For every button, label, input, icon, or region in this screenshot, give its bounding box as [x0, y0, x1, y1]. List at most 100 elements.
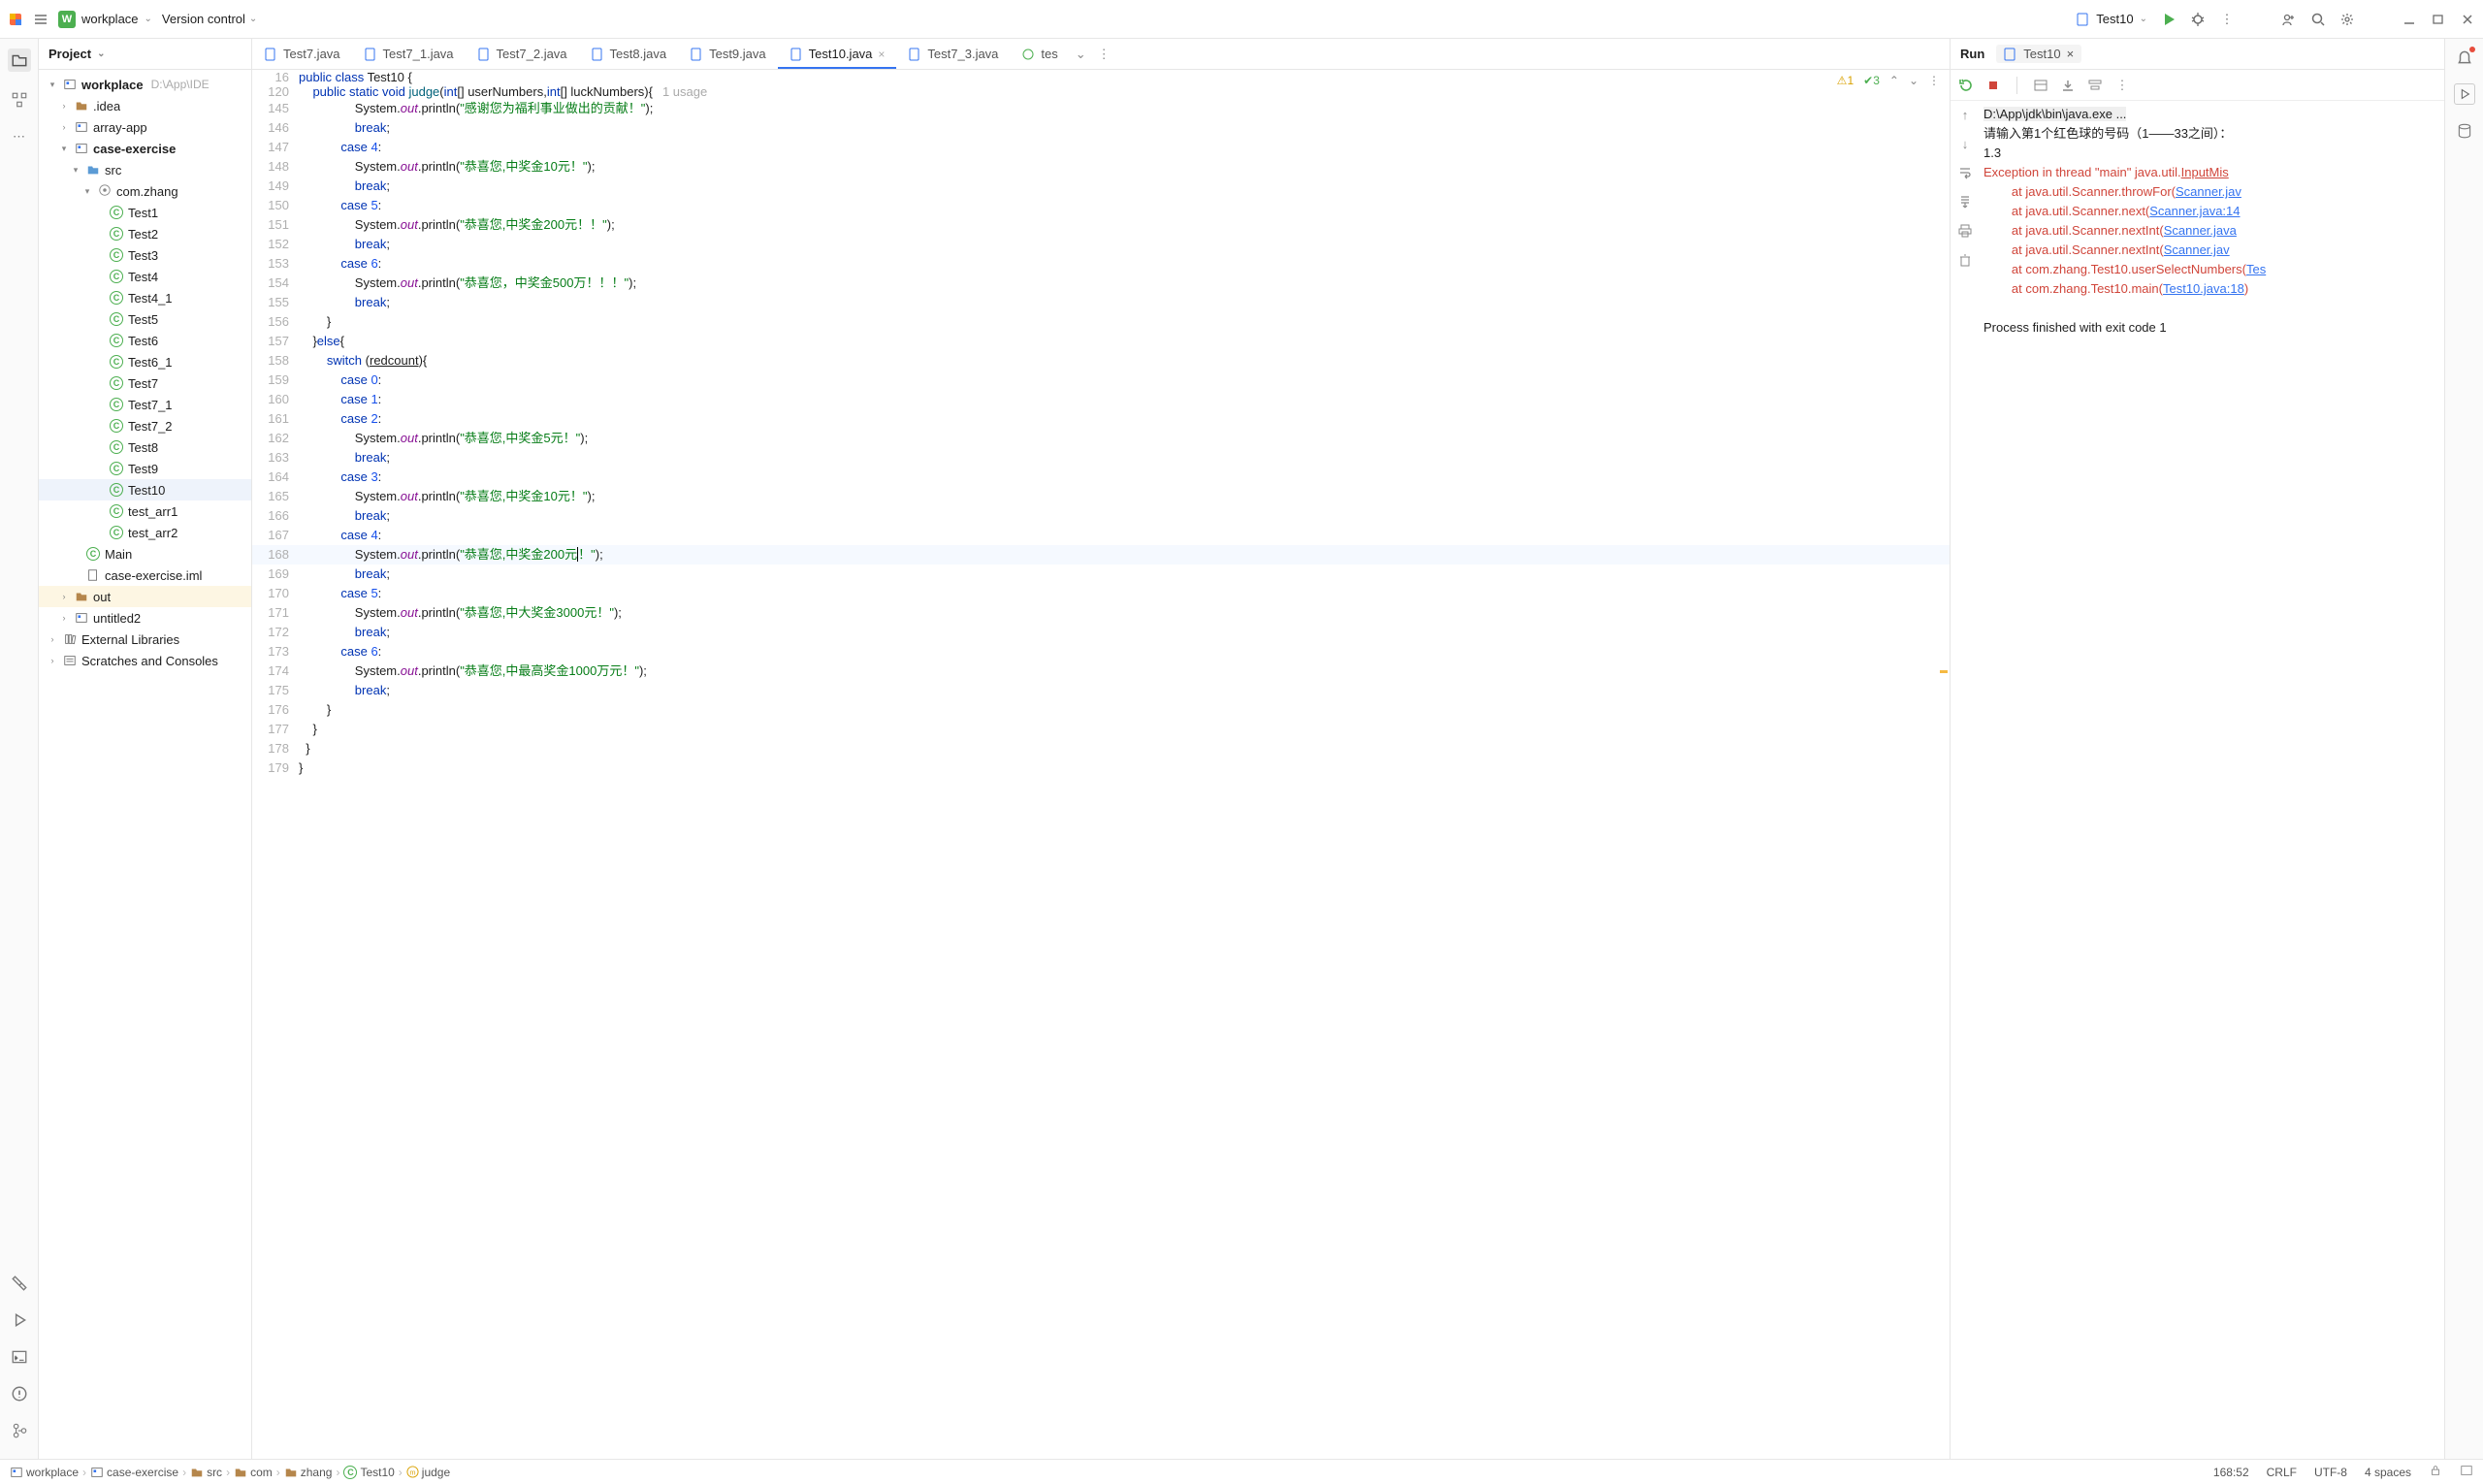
- editor-overview-gutter[interactable]: [1936, 99, 1950, 1459]
- tree-row[interactable]: CTest9: [39, 458, 251, 479]
- clear-icon[interactable]: [1957, 252, 1973, 268]
- tree-row[interactable]: ›array-app: [39, 116, 251, 138]
- tree-row[interactable]: case-exercise.iml: [39, 565, 251, 586]
- build-tool-icon[interactable]: [11, 1274, 28, 1292]
- tree-row[interactable]: ›External Libraries: [39, 629, 251, 650]
- code-line[interactable]: 166 break;: [252, 506, 1950, 526]
- run-config-tab[interactable]: Test10 ×: [1996, 45, 2081, 63]
- ai-run-icon[interactable]: [2454, 83, 2475, 105]
- project-selector[interactable]: W workplace ⌄: [58, 11, 152, 28]
- window-minimize-icon[interactable]: [2402, 12, 2417, 27]
- tree-row[interactable]: ›Scratches and Consoles: [39, 650, 251, 671]
- scroll-down-icon[interactable]: ↓: [1957, 136, 1973, 151]
- print-icon[interactable]: [1957, 223, 1973, 239]
- code-line[interactable]: 174 System.out.println("恭喜您,中最高奖金1000万元！…: [252, 661, 1950, 681]
- tree-row[interactable]: ▾workplaceD:\App\IDE: [39, 74, 251, 95]
- file-encoding[interactable]: UTF-8: [2314, 1466, 2347, 1479]
- code-line[interactable]: 172 break;: [252, 623, 1950, 642]
- tree-row[interactable]: ›untitled2: [39, 607, 251, 629]
- code-line[interactable]: 145 System.out.println("感谢您为福利事业做出的贡献！")…: [252, 99, 1950, 118]
- console-output[interactable]: D:\App\jdk\bin\java.exe ...请输入第1个红色球的号码（…: [1980, 101, 2444, 1459]
- tree-row[interactable]: ›.idea: [39, 95, 251, 116]
- search-everywhere-icon[interactable]: [2310, 12, 2326, 27]
- code-line[interactable]: 150 case 5:: [252, 196, 1950, 215]
- more-run-icon[interactable]: ⋮: [2114, 78, 2130, 93]
- code-line[interactable]: 148 System.out.println("恭喜您,中奖金10元！");: [252, 157, 1950, 177]
- run-tool-icon[interactable]: [11, 1311, 28, 1329]
- editor-tab[interactable]: Test7_2.java: [466, 39, 579, 69]
- window-restore-icon[interactable]: [2431, 12, 2446, 27]
- database-tool-icon[interactable]: [2456, 122, 2473, 140]
- tree-row[interactable]: ▾com.zhang: [39, 180, 251, 202]
- debug-button[interactable]: [2190, 12, 2206, 27]
- breadcrumb-item[interactable]: zhang: [284, 1466, 333, 1479]
- code-line[interactable]: 149 break;: [252, 177, 1950, 196]
- check-badge[interactable]: ✔3: [1863, 74, 1880, 87]
- breadcrumb-item[interactable]: src: [190, 1466, 222, 1479]
- main-menu-icon[interactable]: [33, 12, 48, 27]
- vcs-tool-icon[interactable]: [11, 1422, 28, 1439]
- editor-tab[interactable]: Test7_3.java: [896, 39, 1010, 69]
- run-configuration-selector[interactable]: Test10⌄: [2077, 12, 2147, 26]
- next-problem-icon[interactable]: ⌄: [1909, 74, 1919, 87]
- code-line[interactable]: 154 System.out.println("恭喜您，中奖金500万！！！")…: [252, 274, 1950, 293]
- code-line[interactable]: 164 case 3:: [252, 468, 1950, 487]
- code-line[interactable]: 162 System.out.println("恭喜您,中奖金5元！");: [252, 429, 1950, 448]
- breadcrumb-item[interactable]: mjudge: [406, 1466, 450, 1479]
- vcs-menu[interactable]: Version control⌄: [162, 12, 257, 26]
- code-line[interactable]: 170 case 5:: [252, 584, 1950, 603]
- readonly-lock-icon[interactable]: [2429, 1464, 2442, 1480]
- warning-badge[interactable]: ⚠1: [1837, 74, 1854, 87]
- tabs-dropdown-icon[interactable]: ⌄: [1070, 47, 1092, 62]
- tree-row[interactable]: CMain: [39, 543, 251, 565]
- tree-row[interactable]: CTest4_1: [39, 287, 251, 308]
- status-more-icon[interactable]: [2460, 1464, 2473, 1480]
- line-separator[interactable]: CRLF: [2267, 1466, 2297, 1479]
- code-line[interactable]: 161 case 2:: [252, 409, 1950, 429]
- window-close-icon[interactable]: [2460, 12, 2475, 27]
- code-line[interactable]: 177 }: [252, 720, 1950, 739]
- prev-problem-icon[interactable]: ⌃: [1889, 74, 1899, 87]
- tree-row[interactable]: Ctest_arr1: [39, 500, 251, 522]
- project-tree[interactable]: ▾workplaceD:\App\IDE›.idea›array-app▾cas…: [39, 70, 251, 1459]
- editor-tab[interactable]: Test9.java: [678, 39, 778, 69]
- code-line[interactable]: 178 }: [252, 739, 1950, 758]
- project-sidebar-header[interactable]: Project⌄: [39, 39, 251, 70]
- notifications-icon[interactable]: [2456, 48, 2473, 66]
- breadcrumb-item[interactable]: case-exercise: [90, 1466, 178, 1479]
- code-line[interactable]: 146 break;: [252, 118, 1950, 138]
- code-line[interactable]: 167 case 4:: [252, 526, 1950, 545]
- close-tab-icon[interactable]: ×: [878, 48, 885, 61]
- tree-row[interactable]: CTest3: [39, 244, 251, 266]
- run-button[interactable]: [2161, 12, 2177, 27]
- code-line[interactable]: 147 case 4:: [252, 138, 1950, 157]
- editor-tab[interactable]: Test10.java×: [778, 39, 897, 69]
- editor-tab[interactable]: Test8.java: [579, 39, 679, 69]
- tree-row[interactable]: CTest5: [39, 308, 251, 330]
- code-line[interactable]: 155 break;: [252, 293, 1950, 312]
- tree-row[interactable]: Ctest_arr2: [39, 522, 251, 543]
- rerun-icon[interactable]: [1958, 78, 1974, 93]
- tabs-more-icon[interactable]: ⋮: [1092, 47, 1116, 62]
- tree-row[interactable]: CTest6: [39, 330, 251, 351]
- problems-tool-icon[interactable]: [11, 1385, 28, 1403]
- export-icon[interactable]: [2060, 78, 2076, 93]
- project-tool-icon[interactable]: [8, 48, 31, 72]
- scroll-up-icon[interactable]: ↑: [1957, 107, 1973, 122]
- code-line[interactable]: 152 break;: [252, 235, 1950, 254]
- code-line[interactable]: 175 break;: [252, 681, 1950, 700]
- tree-row[interactable]: CTest6_1: [39, 351, 251, 372]
- code-line[interactable]: 156 }: [252, 312, 1950, 332]
- breadcrumb[interactable]: workplace›case-exercise›src›com›zhang›CT…: [10, 1466, 450, 1479]
- tree-row[interactable]: ›out: [39, 586, 251, 607]
- terminal-tool-icon[interactable]: [11, 1348, 28, 1366]
- code-line[interactable]: 176 }: [252, 700, 1950, 720]
- caret-position[interactable]: 168:52: [2213, 1466, 2249, 1479]
- close-icon[interactable]: ×: [2067, 47, 2075, 61]
- code-line[interactable]: 179}: [252, 758, 1950, 778]
- breadcrumb-item[interactable]: com: [234, 1466, 273, 1479]
- soft-wrap-icon[interactable]: [1957, 165, 1973, 180]
- breadcrumb-item[interactable]: CTest10: [343, 1466, 394, 1479]
- code-line[interactable]: 173 case 6:: [252, 642, 1950, 661]
- code-line[interactable]: 160 case 1:: [252, 390, 1950, 409]
